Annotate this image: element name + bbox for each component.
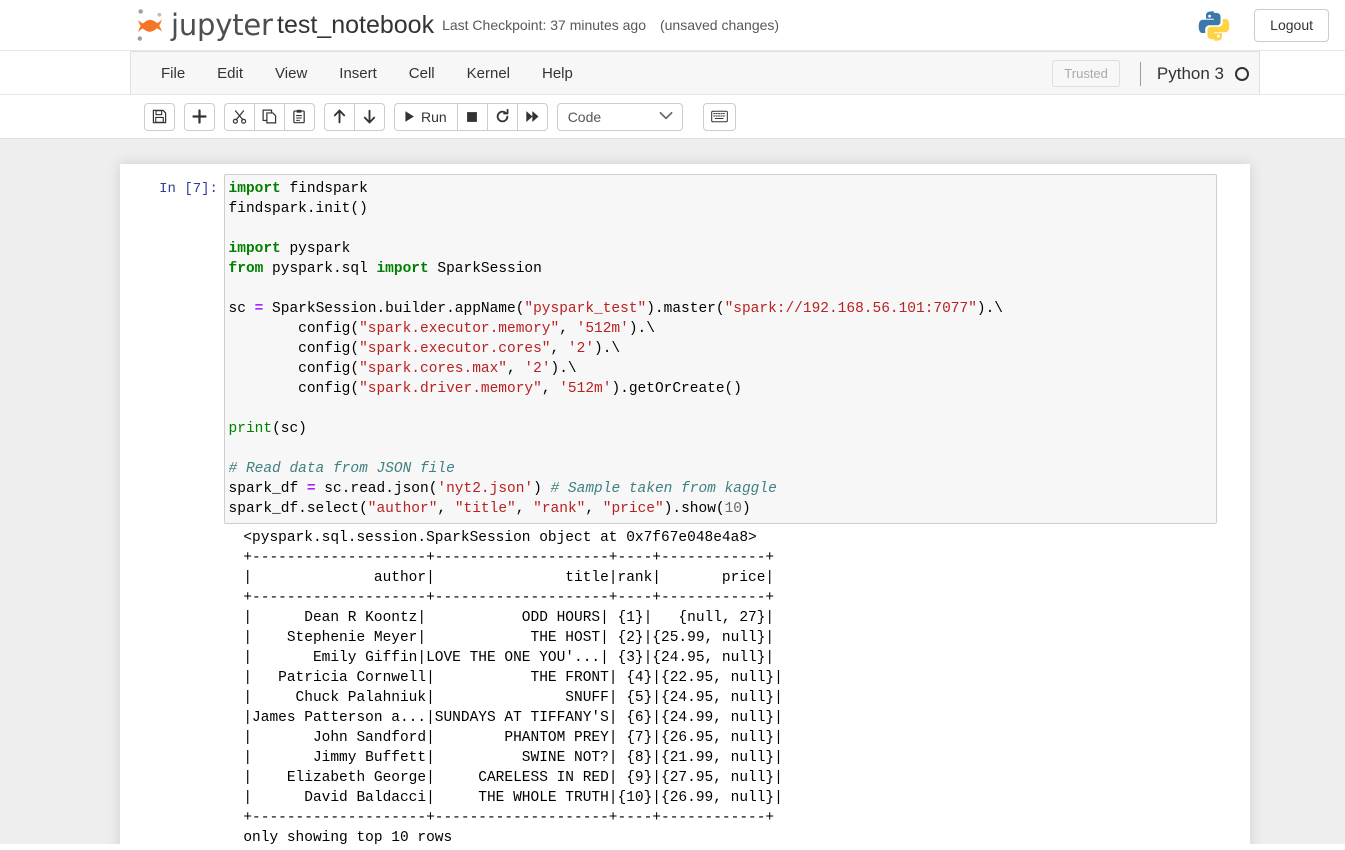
cell-execution-prompt: In [7]: (159, 180, 218, 197)
cell-input-row: In [7]: import findspark findspark.init(… (120, 174, 1245, 524)
chevron-down-icon (659, 108, 673, 126)
arrow-up-icon (332, 109, 347, 124)
save-status-label: (unsaved changes) (659, 17, 780, 33)
python-logo-icon (1196, 8, 1232, 44)
notebook-site: In [7]: import findspark findspark.init(… (0, 139, 1345, 844)
move-cell-down-button[interactable] (354, 102, 385, 131)
fast-forward-icon (525, 109, 540, 124)
output-stream-text: <pyspark.sql.session.SparkSession object… (243, 530, 783, 844)
kernel-indicator[interactable]: Python 3 (1139, 61, 1249, 86)
restart-and-run-all-button[interactable] (516, 102, 548, 131)
menu-item-help[interactable]: Help (526, 56, 589, 91)
scissors-icon (232, 109, 247, 124)
notebook-title[interactable]: test_notebook (277, 11, 434, 40)
stop-square-icon (465, 110, 479, 124)
kernel-idle-circle-icon (1235, 66, 1249, 81)
floppy-disk-icon (152, 109, 167, 124)
cut-cell-button[interactable] (224, 102, 254, 131)
menubar-container: File Edit View Insert Cell Kernel Help T… (0, 51, 1345, 95)
restart-kernel-button[interactable] (486, 102, 517, 131)
interrupt-kernel-button[interactable] (456, 102, 487, 131)
menubar: File Edit View Insert Cell Kernel Help T… (130, 51, 1260, 94)
plus-icon (192, 109, 207, 124)
notebook-toolbar: Run Code (130, 95, 1260, 138)
run-cell-button[interactable]: Run (394, 102, 457, 131)
logout-button[interactable]: Logout (1254, 9, 1329, 42)
insert-cell-below-button[interactable] (184, 102, 215, 131)
last-checkpoint-label: Last Checkpoint: 37 minutes ago (442, 17, 646, 33)
move-cell-up-button[interactable] (324, 102, 354, 131)
stdout-output: <pyspark.sql.session.SparkSession object… (238, 528, 1217, 844)
trusted-badge[interactable]: Trusted (1052, 60, 1120, 87)
menu-item-file[interactable]: File (145, 56, 201, 91)
paste-icon (292, 109, 307, 124)
arrow-down-icon (362, 109, 377, 124)
jupyter-logo-icon (133, 5, 167, 45)
menu-item-kernel[interactable]: Kernel (451, 56, 526, 91)
page-header: jupyter test_notebook Last Checkpoint: 3… (0, 0, 1345, 51)
keyboard-shortcuts-button[interactable] (702, 102, 736, 131)
save-button[interactable] (144, 102, 175, 131)
menu-item-edit[interactable]: Edit (201, 56, 259, 91)
menu-item-cell[interactable]: Cell (393, 56, 451, 91)
copy-cell-button[interactable] (254, 102, 284, 131)
restart-circle-arrow-icon (495, 109, 510, 124)
jupyter-wordmark: jupyter (171, 8, 273, 42)
code-source[interactable]: import findspark findspark.init() import… (229, 179, 1212, 519)
copy-icon (262, 109, 277, 124)
paste-cell-button[interactable] (284, 102, 315, 131)
cell-output-area: <pyspark.sql.session.SparkSession object… (120, 524, 1245, 844)
cell-type-select[interactable]: Code (556, 102, 683, 131)
menu-item-view[interactable]: View (259, 56, 323, 91)
kernel-name-label: Python 3 (1156, 63, 1224, 83)
keyboard-icon (710, 110, 728, 123)
code-editor[interactable]: import findspark findspark.init() import… (223, 174, 1217, 524)
menu-item-insert[interactable]: Insert (323, 56, 393, 91)
play-icon (403, 110, 416, 123)
notebook-container: In [7]: import findspark findspark.init(… (120, 164, 1250, 844)
code-cell[interactable]: In [7]: import findspark findspark.init(… (120, 169, 1250, 844)
cell-type-value: Code (567, 108, 602, 125)
toolbar-container: Run Code (0, 95, 1345, 139)
jupyter-home-link[interactable]: jupyter (133, 2, 273, 48)
run-button-label: Run (421, 108, 447, 125)
